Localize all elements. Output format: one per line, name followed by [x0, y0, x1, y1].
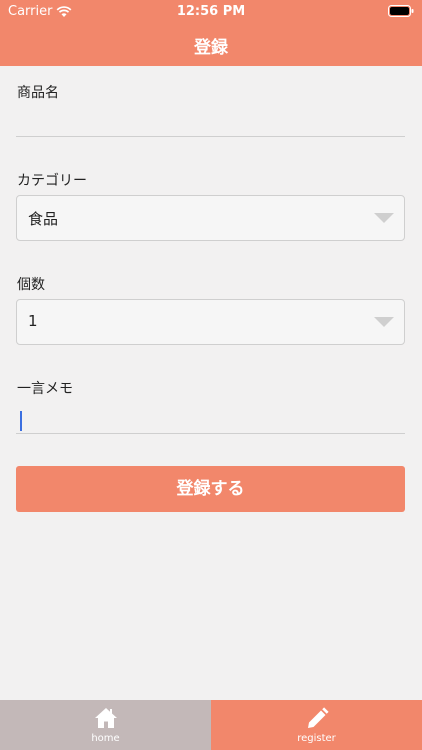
category-selected-value: 食品 — [28, 210, 59, 228]
home-icon — [95, 708, 117, 728]
tab-register-label: register — [297, 733, 336, 744]
status-time: 12:56 PM — [176, 4, 246, 19]
tab-home-label: home — [91, 733, 120, 744]
memo-label: 一言メモ — [17, 381, 73, 397]
status-bar: Carrier 12:56 PM — [0, 0, 422, 22]
chevron-down-icon — [374, 213, 394, 223]
product-name-label: 商品名 — [17, 85, 59, 101]
quantity-selected-value: 1 — [28, 312, 38, 330]
category-label: カテゴリー — [17, 173, 87, 189]
pencil-icon — [308, 707, 329, 728]
quantity-select[interactable]: 1 — [16, 299, 405, 345]
chevron-down-icon — [374, 317, 394, 327]
app-header: Carrier 12:56 PM 登録 — [0, 0, 422, 66]
battery-icon — [388, 5, 414, 17]
tab-register[interactable]: register — [211, 700, 422, 750]
category-select[interactable]: 食品 — [16, 195, 405, 241]
quantity-label: 個数 — [17, 277, 45, 293]
tab-home[interactable]: home — [0, 700, 211, 750]
register-button[interactable]: 登録する — [16, 466, 405, 512]
page-title: 登録 — [194, 38, 228, 58]
tab-bar: home register — [0, 700, 422, 750]
product-name-input[interactable] — [16, 106, 405, 137]
memo-input[interactable] — [16, 403, 405, 434]
text-cursor — [20, 411, 22, 431]
